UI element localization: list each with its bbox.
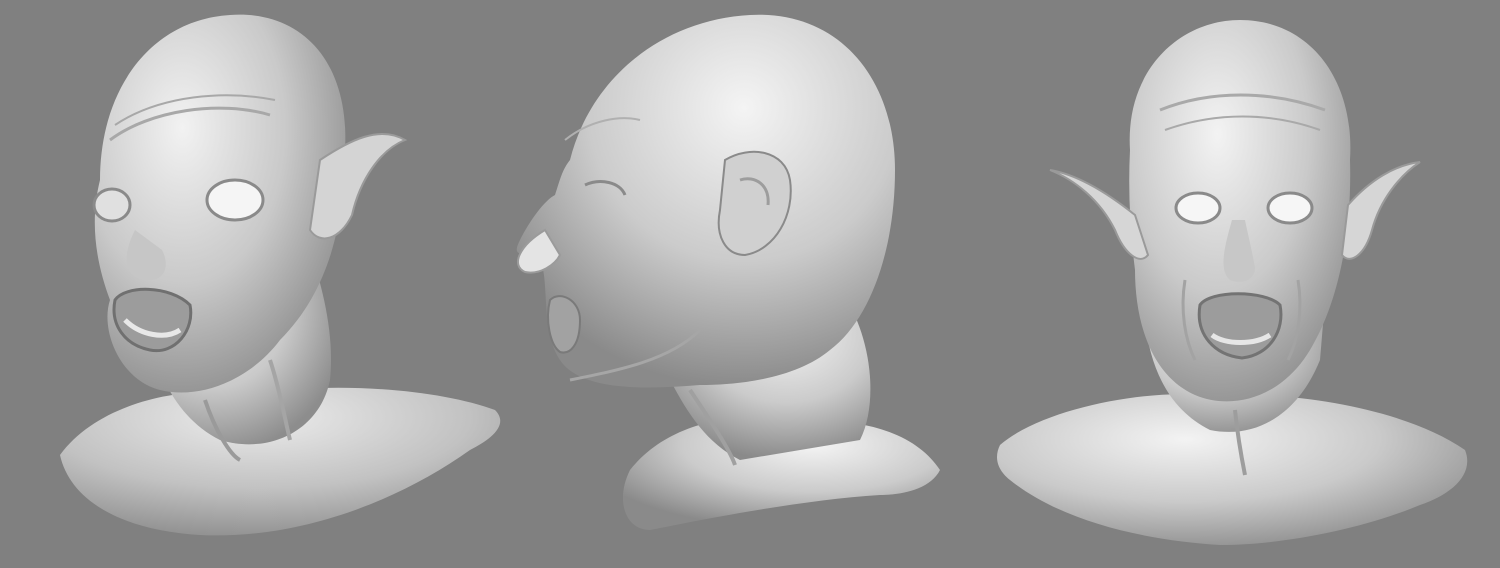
goblin-bust-three-quarter-image: [60, 14, 501, 536]
goblin-bust-front-image: [997, 20, 1468, 545]
goblin-bust-profile-image: [516, 14, 940, 530]
goblin-bust-front-view: [980, 0, 1490, 568]
goblin-bust-profile-view: [500, 0, 960, 568]
sculpt-render-canvas: [0, 0, 1500, 568]
goblin-bust-three-quarter-view: [40, 0, 520, 568]
